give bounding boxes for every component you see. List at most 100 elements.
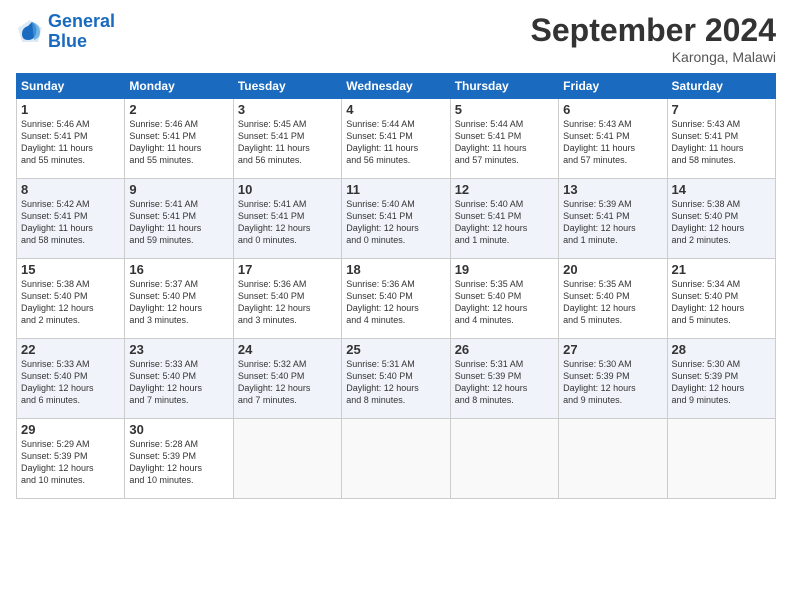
table-row [233,419,341,499]
week-row-2: 8Sunrise: 5:42 AM Sunset: 5:41 PM Daylig… [17,179,776,259]
table-row [450,419,558,499]
week-row-1: 1Sunrise: 5:46 AM Sunset: 5:41 PM Daylig… [17,99,776,179]
day-number: 16 [129,262,228,277]
cell-info: Sunrise: 5:37 AM Sunset: 5:40 PM Dayligh… [129,278,228,327]
day-number: 23 [129,342,228,357]
table-row: 15Sunrise: 5:38 AM Sunset: 5:40 PM Dayli… [17,259,125,339]
day-number: 3 [238,102,337,117]
day-number: 25 [346,342,445,357]
table-row: 3Sunrise: 5:45 AM Sunset: 5:41 PM Daylig… [233,99,341,179]
col-header-thursday: Thursday [450,74,558,99]
col-header-saturday: Saturday [667,74,775,99]
day-number: 6 [563,102,662,117]
subtitle: Karonga, Malawi [531,49,776,65]
cell-info: Sunrise: 5:32 AM Sunset: 5:40 PM Dayligh… [238,358,337,407]
table-row: 6Sunrise: 5:43 AM Sunset: 5:41 PM Daylig… [559,99,667,179]
cell-info: Sunrise: 5:44 AM Sunset: 5:41 PM Dayligh… [455,118,554,167]
cell-info: Sunrise: 5:39 AM Sunset: 5:41 PM Dayligh… [563,198,662,247]
cell-info: Sunrise: 5:31 AM Sunset: 5:39 PM Dayligh… [455,358,554,407]
table-row: 5Sunrise: 5:44 AM Sunset: 5:41 PM Daylig… [450,99,558,179]
cell-info: Sunrise: 5:41 AM Sunset: 5:41 PM Dayligh… [238,198,337,247]
day-number: 20 [563,262,662,277]
title-block: September 2024 Karonga, Malawi [531,12,776,65]
day-number: 5 [455,102,554,117]
table-row: 4Sunrise: 5:44 AM Sunset: 5:41 PM Daylig… [342,99,450,179]
col-header-sunday: Sunday [17,74,125,99]
cell-info: Sunrise: 5:35 AM Sunset: 5:40 PM Dayligh… [455,278,554,327]
cell-info: Sunrise: 5:40 AM Sunset: 5:41 PM Dayligh… [346,198,445,247]
table-row: 29Sunrise: 5:29 AM Sunset: 5:39 PM Dayli… [17,419,125,499]
day-number: 4 [346,102,445,117]
day-number: 1 [21,102,120,117]
cell-info: Sunrise: 5:45 AM Sunset: 5:41 PM Dayligh… [238,118,337,167]
cell-info: Sunrise: 5:40 AM Sunset: 5:41 PM Dayligh… [455,198,554,247]
col-header-friday: Friday [559,74,667,99]
month-title: September 2024 [531,12,776,49]
day-number: 7 [672,102,771,117]
table-row: 12Sunrise: 5:40 AM Sunset: 5:41 PM Dayli… [450,179,558,259]
cell-info: Sunrise: 5:36 AM Sunset: 5:40 PM Dayligh… [238,278,337,327]
cell-info: Sunrise: 5:35 AM Sunset: 5:40 PM Dayligh… [563,278,662,327]
logo-text: General Blue [48,12,115,52]
table-row [342,419,450,499]
col-header-monday: Monday [125,74,233,99]
cell-info: Sunrise: 5:44 AM Sunset: 5:41 PM Dayligh… [346,118,445,167]
table-row: 27Sunrise: 5:30 AM Sunset: 5:39 PM Dayli… [559,339,667,419]
table-row: 20Sunrise: 5:35 AM Sunset: 5:40 PM Dayli… [559,259,667,339]
logo-icon [16,18,44,46]
table-row: 9Sunrise: 5:41 AM Sunset: 5:41 PM Daylig… [125,179,233,259]
table-row: 17Sunrise: 5:36 AM Sunset: 5:40 PM Dayli… [233,259,341,339]
table-row: 30Sunrise: 5:28 AM Sunset: 5:39 PM Dayli… [125,419,233,499]
table-row: 26Sunrise: 5:31 AM Sunset: 5:39 PM Dayli… [450,339,558,419]
day-number: 28 [672,342,771,357]
day-number: 2 [129,102,228,117]
week-row-3: 15Sunrise: 5:38 AM Sunset: 5:40 PM Dayli… [17,259,776,339]
day-number: 22 [21,342,120,357]
day-number: 27 [563,342,662,357]
cell-info: Sunrise: 5:38 AM Sunset: 5:40 PM Dayligh… [21,278,120,327]
table-row: 21Sunrise: 5:34 AM Sunset: 5:40 PM Dayli… [667,259,775,339]
day-number: 15 [21,262,120,277]
week-row-4: 22Sunrise: 5:33 AM Sunset: 5:40 PM Dayli… [17,339,776,419]
cell-info: Sunrise: 5:33 AM Sunset: 5:40 PM Dayligh… [21,358,120,407]
day-number: 18 [346,262,445,277]
table-row: 8Sunrise: 5:42 AM Sunset: 5:41 PM Daylig… [17,179,125,259]
cell-info: Sunrise: 5:42 AM Sunset: 5:41 PM Dayligh… [21,198,120,247]
cell-info: Sunrise: 5:33 AM Sunset: 5:40 PM Dayligh… [129,358,228,407]
cell-info: Sunrise: 5:43 AM Sunset: 5:41 PM Dayligh… [563,118,662,167]
day-number: 17 [238,262,337,277]
day-number: 11 [346,182,445,197]
day-number: 30 [129,422,228,437]
cell-info: Sunrise: 5:46 AM Sunset: 5:41 PM Dayligh… [129,118,228,167]
cell-info: Sunrise: 5:29 AM Sunset: 5:39 PM Dayligh… [21,438,120,487]
table-row: 24Sunrise: 5:32 AM Sunset: 5:40 PM Dayli… [233,339,341,419]
table-row: 14Sunrise: 5:38 AM Sunset: 5:40 PM Dayli… [667,179,775,259]
table-row: 18Sunrise: 5:36 AM Sunset: 5:40 PM Dayli… [342,259,450,339]
table-row: 25Sunrise: 5:31 AM Sunset: 5:40 PM Dayli… [342,339,450,419]
week-row-5: 29Sunrise: 5:29 AM Sunset: 5:39 PM Dayli… [17,419,776,499]
cell-info: Sunrise: 5:34 AM Sunset: 5:40 PM Dayligh… [672,278,771,327]
day-number: 14 [672,182,771,197]
table-row: 7Sunrise: 5:43 AM Sunset: 5:41 PM Daylig… [667,99,775,179]
day-number: 24 [238,342,337,357]
day-number: 26 [455,342,554,357]
header-row: SundayMondayTuesdayWednesdayThursdayFrid… [17,74,776,99]
col-header-tuesday: Tuesday [233,74,341,99]
col-header-wednesday: Wednesday [342,74,450,99]
table-row: 16Sunrise: 5:37 AM Sunset: 5:40 PM Dayli… [125,259,233,339]
day-number: 19 [455,262,554,277]
table-row: 2Sunrise: 5:46 AM Sunset: 5:41 PM Daylig… [125,99,233,179]
table-row [667,419,775,499]
table-row: 22Sunrise: 5:33 AM Sunset: 5:40 PM Dayli… [17,339,125,419]
table-row: 19Sunrise: 5:35 AM Sunset: 5:40 PM Dayli… [450,259,558,339]
table-row: 10Sunrise: 5:41 AM Sunset: 5:41 PM Dayli… [233,179,341,259]
cell-info: Sunrise: 5:28 AM Sunset: 5:39 PM Dayligh… [129,438,228,487]
cell-info: Sunrise: 5:46 AM Sunset: 5:41 PM Dayligh… [21,118,120,167]
day-number: 8 [21,182,120,197]
cell-info: Sunrise: 5:30 AM Sunset: 5:39 PM Dayligh… [563,358,662,407]
table-row [559,419,667,499]
day-number: 29 [21,422,120,437]
cell-info: Sunrise: 5:38 AM Sunset: 5:40 PM Dayligh… [672,198,771,247]
cell-info: Sunrise: 5:43 AM Sunset: 5:41 PM Dayligh… [672,118,771,167]
cell-info: Sunrise: 5:30 AM Sunset: 5:39 PM Dayligh… [672,358,771,407]
